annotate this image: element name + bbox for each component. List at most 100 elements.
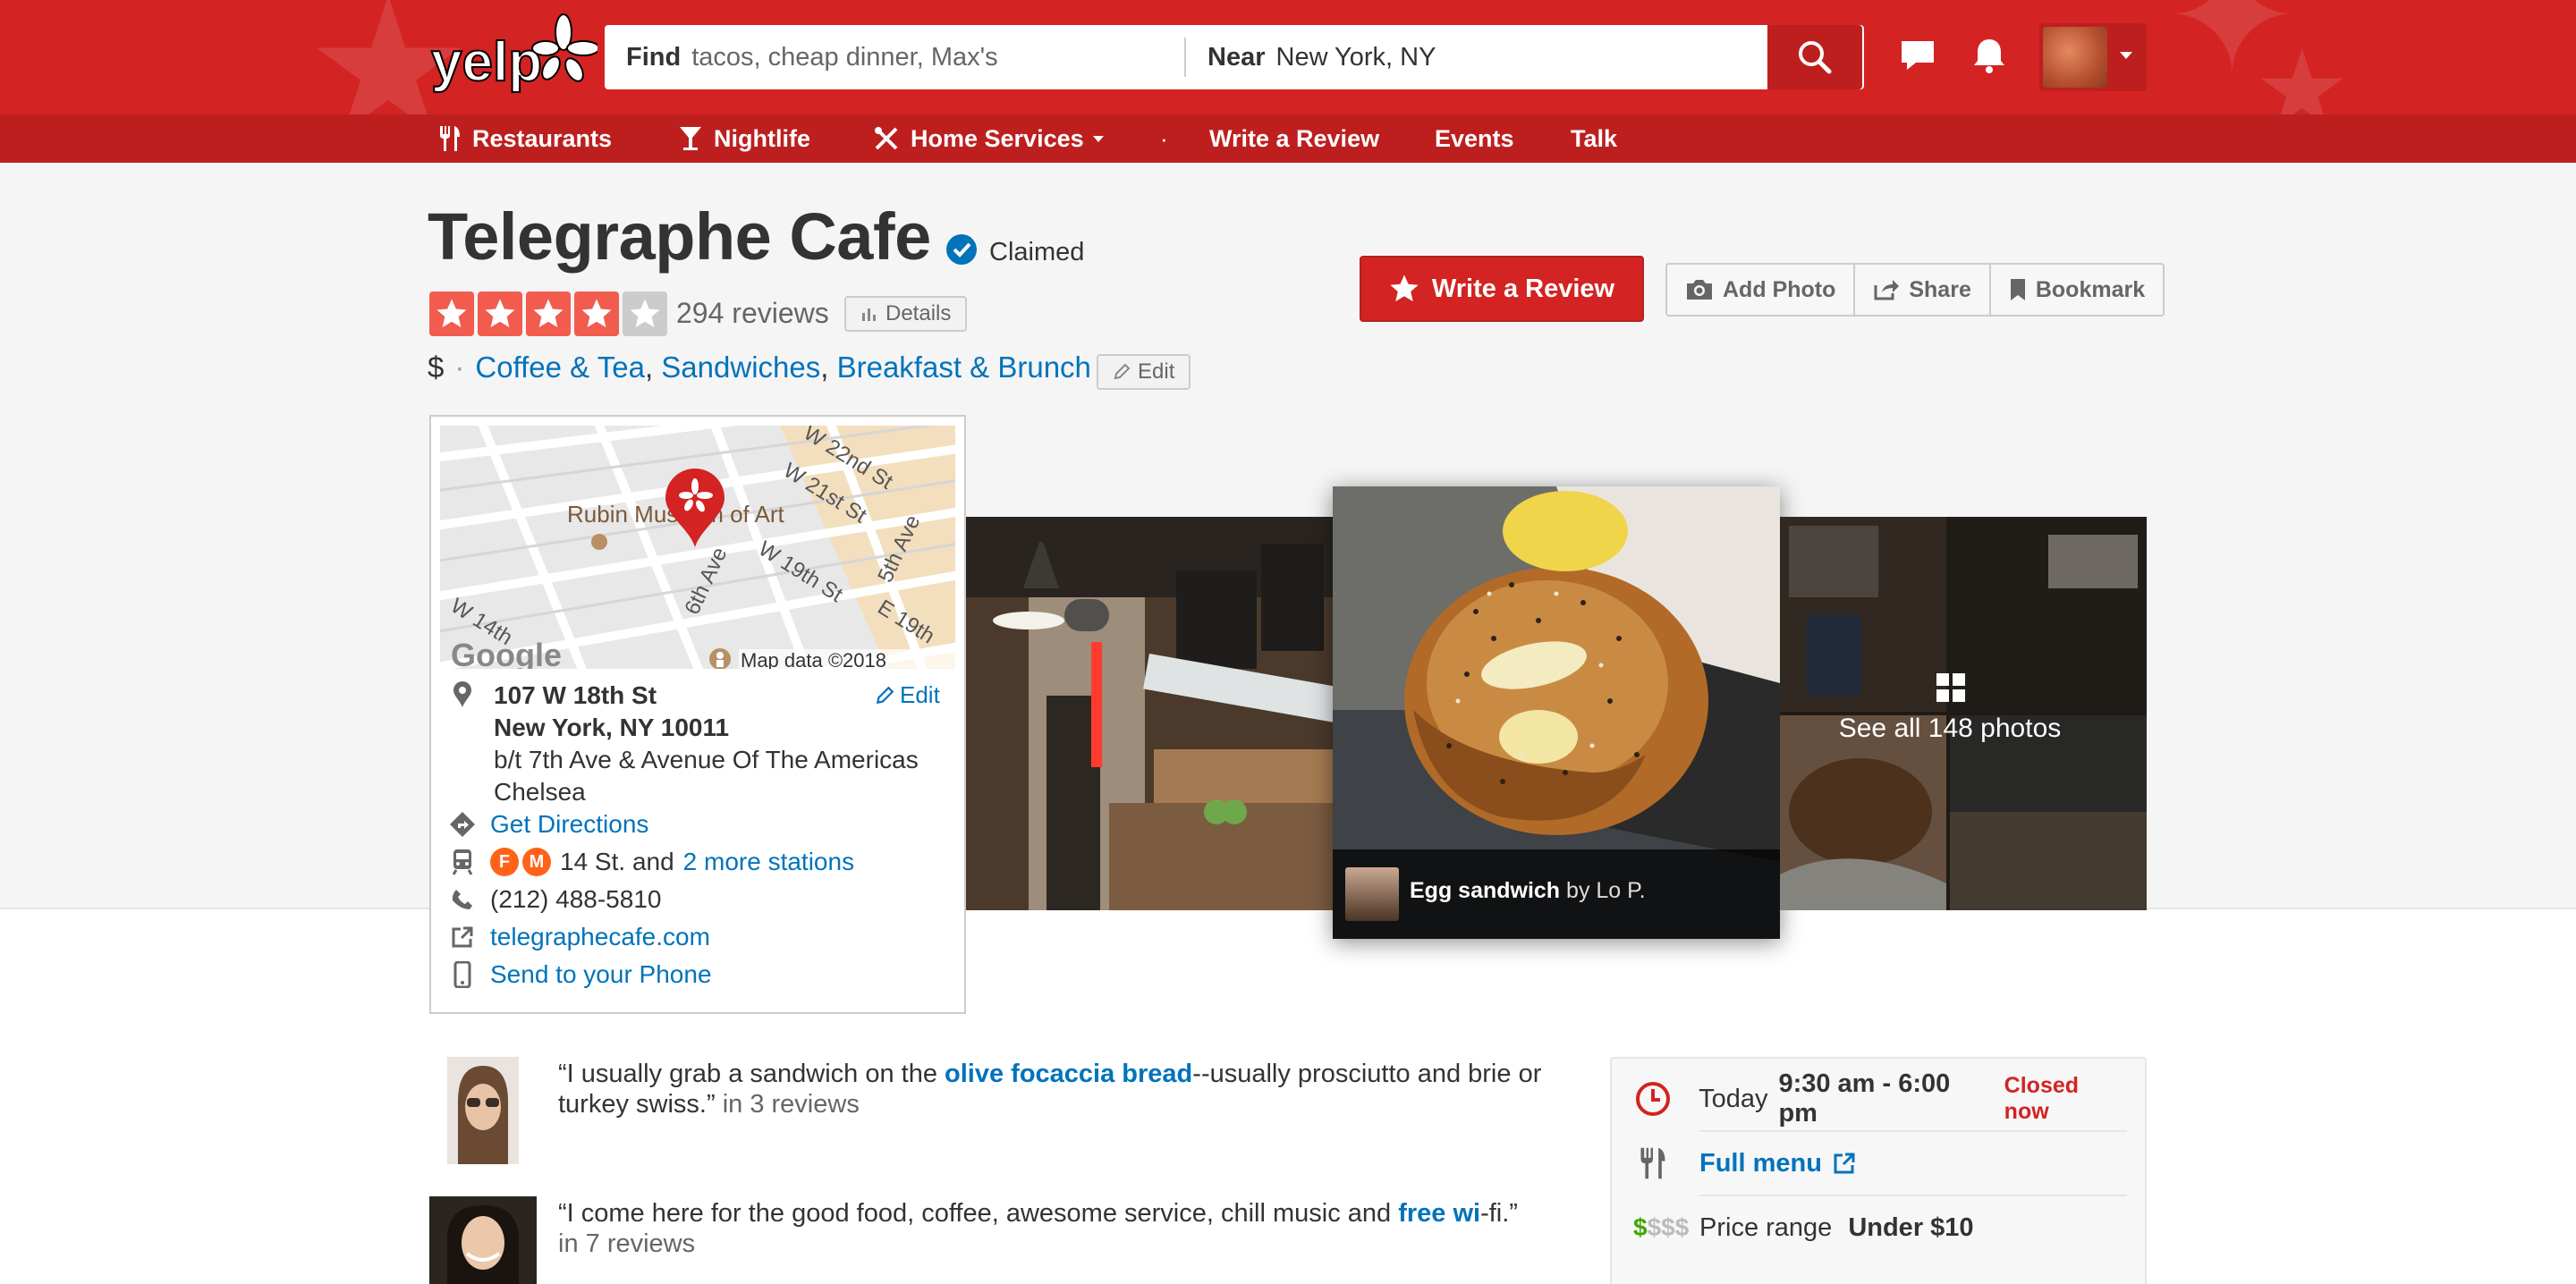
category-link[interactable]: Sandwiches: [661, 351, 820, 384]
get-directions-link[interactable]: Get Directions: [490, 810, 648, 839]
share-button[interactable]: Share: [1855, 265, 1991, 315]
near-field[interactable]: Near: [1208, 25, 1780, 89]
directions-row: Get Directions: [449, 810, 648, 839]
caption-title[interactable]: Egg sandwich: [1410, 878, 1560, 903]
nav-home-services[interactable]: Home Services: [873, 114, 1104, 163]
user-menu[interactable]: [2039, 23, 2147, 91]
pegman-icon[interactable]: [708, 647, 732, 669]
write-review-button[interactable]: Write a Review: [1360, 256, 1644, 322]
train-icon: [449, 849, 476, 875]
status-badge: Closed now: [2004, 1073, 2080, 1124]
price-range: $: [428, 351, 445, 384]
nav-label: Talk: [1571, 124, 1618, 152]
hours-row: Today 9:30 am - 6:00 pm Closed now: [1633, 1068, 2127, 1130]
transit-row: F M 14 St. and 2 more stations: [449, 848, 854, 876]
nav-restaurants[interactable]: Restaurants: [438, 114, 612, 163]
category-link[interactable]: Coffee & Tea: [475, 351, 645, 384]
cafe-interior-photo: [966, 517, 1335, 910]
page-title: Telegraphe Cafe: [428, 199, 931, 274]
search-button[interactable]: [1767, 25, 1862, 89]
pencil-icon: [1114, 363, 1131, 380]
find-input[interactable]: [691, 42, 1122, 72]
rating-star-icon: [574, 291, 619, 336]
add-photo-button[interactable]: Add Photo: [1667, 265, 1856, 315]
write-review-label: Write a Review: [1431, 274, 1615, 303]
map-credit: Map data ©2018 Google: [739, 649, 955, 669]
today-label: Today: [1699, 1084, 1768, 1113]
yelp-logo[interactable]: yelp: [428, 13, 600, 102]
nav-label: Restaurants: [472, 124, 613, 152]
avatar[interactable]: [429, 1196, 537, 1284]
caption-author[interactable]: by Lo P.: [1566, 878, 1646, 903]
reviewer-photo: [429, 1196, 537, 1284]
external-link-icon: [449, 924, 476, 950]
search-icon: [1799, 41, 1832, 74]
phone-icon: [449, 886, 476, 913]
nav-label: Events: [1435, 124, 1514, 152]
website-link[interactable]: telegraphecafe.com: [490, 923, 710, 951]
nav-write-review[interactable]: Write a Review: [1209, 114, 1379, 163]
clock-icon: [1633, 1081, 1672, 1117]
category-link[interactable]: Breakfast & Brunch: [837, 351, 1091, 384]
find-field[interactable]: Find: [626, 25, 1181, 89]
bullet-separator: ·: [454, 351, 465, 384]
messages-button[interactable]: [1898, 36, 1937, 75]
share-icon: [1874, 280, 1900, 300]
nav-nightlife[interactable]: Nightlife: [678, 114, 810, 163]
highlight-review-count[interactable]: in 3 reviews: [723, 1090, 860, 1119]
highlight-review-count[interactable]: in 7 reviews: [558, 1229, 695, 1258]
fork-knife-icon: [440, 126, 460, 151]
business-actions: Add Photo Share Bookmark: [1665, 263, 2165, 317]
top-bar: ★ ✦ ★ yelp Find Near: [0, 0, 2576, 114]
notifications-button[interactable]: [1970, 36, 2009, 75]
subway-line-badge: F: [490, 848, 519, 876]
featured-photo[interactable]: Egg sandwich by Lo P.: [1333, 486, 1780, 939]
avatar[interactable]: [447, 1057, 519, 1164]
directions-icon: [449, 811, 476, 838]
subway-line-badge: M: [522, 848, 551, 876]
highlight-keyword[interactable]: olive focaccia bread: [945, 1060, 1192, 1088]
hours-today: 9:30 am - 6:00 pm: [1778, 1069, 1951, 1128]
phone-row: (212) 488-5810: [449, 885, 661, 914]
avatar[interactable]: [2043, 27, 2107, 88]
external-link-icon: [1834, 1153, 1855, 1174]
edit-label: Edit: [900, 681, 940, 708]
address-line1: 107 W 18th St: [494, 681, 657, 709]
avatar[interactable]: [1345, 867, 1399, 921]
search-divider: [1184, 38, 1186, 77]
send-to-phone-row: Send to your Phone: [449, 960, 712, 989]
price-range-label: Price range: [1699, 1212, 1833, 1242]
edit-address-link[interactable]: Edit: [875, 681, 940, 709]
edit-categories-button[interactable]: Edit: [1097, 354, 1191, 390]
chat-bubble-icon: [1902, 41, 1934, 70]
send-to-phone-link[interactable]: Send to your Phone: [490, 960, 712, 989]
nav-events[interactable]: Events: [1435, 114, 1514, 163]
chevron-down-icon: [1092, 135, 1104, 142]
category-nav: Restaurants Nightlife Home Services · Wr…: [0, 114, 2576, 163]
neighborhood: Chelsea: [494, 778, 586, 806]
cross-streets: b/t 7th Ave & Avenue Of The Americas: [494, 746, 919, 773]
more-stations-link[interactable]: 2 more stations: [683, 848, 854, 876]
nav-label: Write a Review: [1209, 124, 1380, 152]
see-all-photos-link[interactable]: See all 148 photos: [1807, 714, 2093, 744]
review-highlight: “I usually grab a sandwich on the olive …: [558, 1059, 1542, 1119]
business-photo[interactable]: [966, 517, 1335, 910]
address-line2: New York, NY 10011: [494, 714, 730, 741]
claimed-label: Claimed: [989, 238, 1085, 266]
review-count[interactable]: 294 reviews: [676, 297, 829, 330]
bookmark-button[interactable]: Bookmark: [1991, 265, 2163, 315]
nav-talk[interactable]: Talk: [1571, 114, 1617, 163]
near-label: Near: [1208, 42, 1266, 72]
near-input[interactable]: [1275, 42, 1724, 72]
full-menu-link[interactable]: Full menu: [1699, 1149, 1856, 1178]
price-range-icon: $$$$: [1633, 1213, 1690, 1241]
rating-star-icon: [623, 291, 667, 336]
static-map[interactable]: W 22nd St W 21st St Rubin Museum of Art …: [440, 426, 955, 669]
yelp-logo-text: yelp: [431, 31, 542, 93]
star-icon: [1390, 275, 1419, 302]
map-pin-icon[interactable]: [664, 469, 726, 549]
share-label: Share: [1909, 276, 1971, 302]
highlight-keyword[interactable]: free wi: [1398, 1199, 1480, 1228]
menu-row: Full menu: [1633, 1132, 2127, 1195]
rating-details-button[interactable]: Details: [844, 296, 968, 332]
